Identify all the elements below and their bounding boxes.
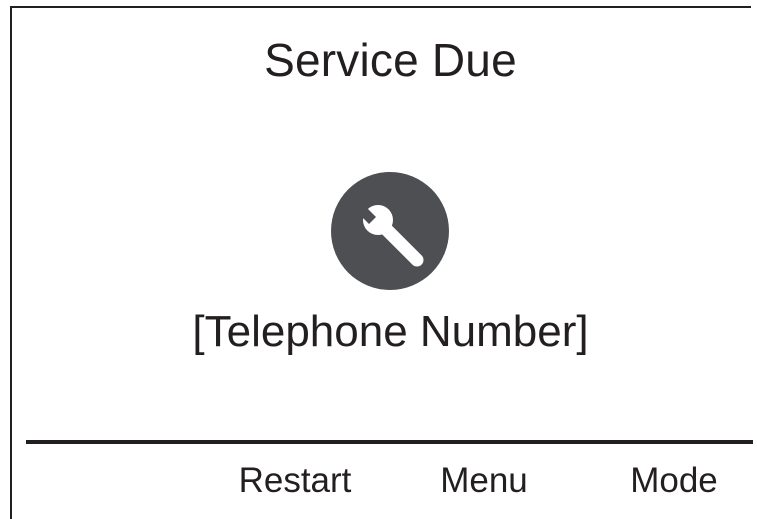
menu-softkey[interactable]: Menu [424,456,544,506]
mode-softkey[interactable]: Mode [614,456,734,506]
screen-title: Service Due [264,34,517,86]
service-telephone-number: [Telephone Number] [192,307,589,356]
softkey-divider [26,440,753,444]
restart-softkey[interactable]: Restart [224,456,366,506]
wrench-icon [331,172,449,290]
